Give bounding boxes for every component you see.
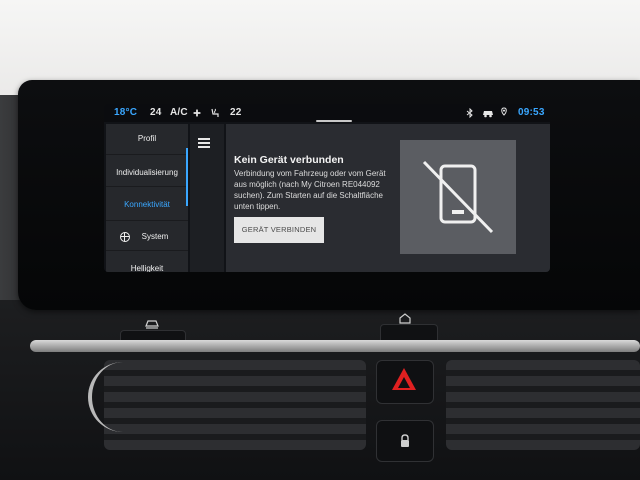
divider <box>106 186 188 187</box>
side-menu: Profil Individualisierung Konnektivität … <box>106 124 188 272</box>
sidebar-item-helligkeit[interactable]: Helligkeit <box>106 264 188 272</box>
sidebar-scrollbar[interactable] <box>186 148 188 206</box>
clock: 09:53 <box>518 107 545 118</box>
menu-icon[interactable] <box>198 138 210 148</box>
infotainment-screen: 18°C 24 A/C 22 09:53 Profil Individualis… <box>104 104 550 272</box>
air-vent-left[interactable] <box>104 360 366 450</box>
seat-heat-icon[interactable] <box>210 108 220 118</box>
sidebar-item-konnektivitaet[interactable]: Konnektivität <box>106 200 188 209</box>
sidebar-item-individualisierung[interactable]: Individualisierung <box>106 168 188 177</box>
sidebar-item-profil[interactable]: Profil <box>106 134 188 143</box>
fan-icon[interactable] <box>192 108 202 118</box>
location-icon <box>501 107 507 116</box>
sidebar-item-system[interactable]: System <box>114 232 196 241</box>
temperature-right[interactable]: 22 <box>230 107 242 118</box>
chrome-trim <box>30 340 640 352</box>
pull-down-handle[interactable] <box>316 120 352 122</box>
page-title: Kein Gerät verbunden <box>234 154 344 166</box>
description-text: Verbindung vom Fahrzeug oder vom Gerät a… <box>234 169 386 211</box>
illustration <box>400 140 516 254</box>
ac-button[interactable]: A/C <box>170 107 188 118</box>
connectivity-panel: Kein Gerät verbunden Verbindung vom Fahr… <box>226 124 550 272</box>
phone-disconnected-icon <box>422 160 494 234</box>
bluetooth-icon <box>466 108 473 118</box>
connect-device-button[interactable]: GERÄT VERBINDEN <box>234 217 324 243</box>
hazard-icon-inner <box>398 377 410 388</box>
temperature-left[interactable]: 18°C <box>114 107 137 118</box>
lock-icon <box>401 434 409 447</box>
air-vent-right[interactable] <box>446 360 640 450</box>
home-icon <box>399 313 411 324</box>
car-icon <box>483 111 493 118</box>
lock-button[interactable] <box>376 420 434 462</box>
divider <box>106 154 188 155</box>
divider <box>106 250 188 251</box>
fan-speed[interactable]: 24 <box>150 107 162 118</box>
car-icon <box>145 320 159 329</box>
divider <box>106 220 188 221</box>
